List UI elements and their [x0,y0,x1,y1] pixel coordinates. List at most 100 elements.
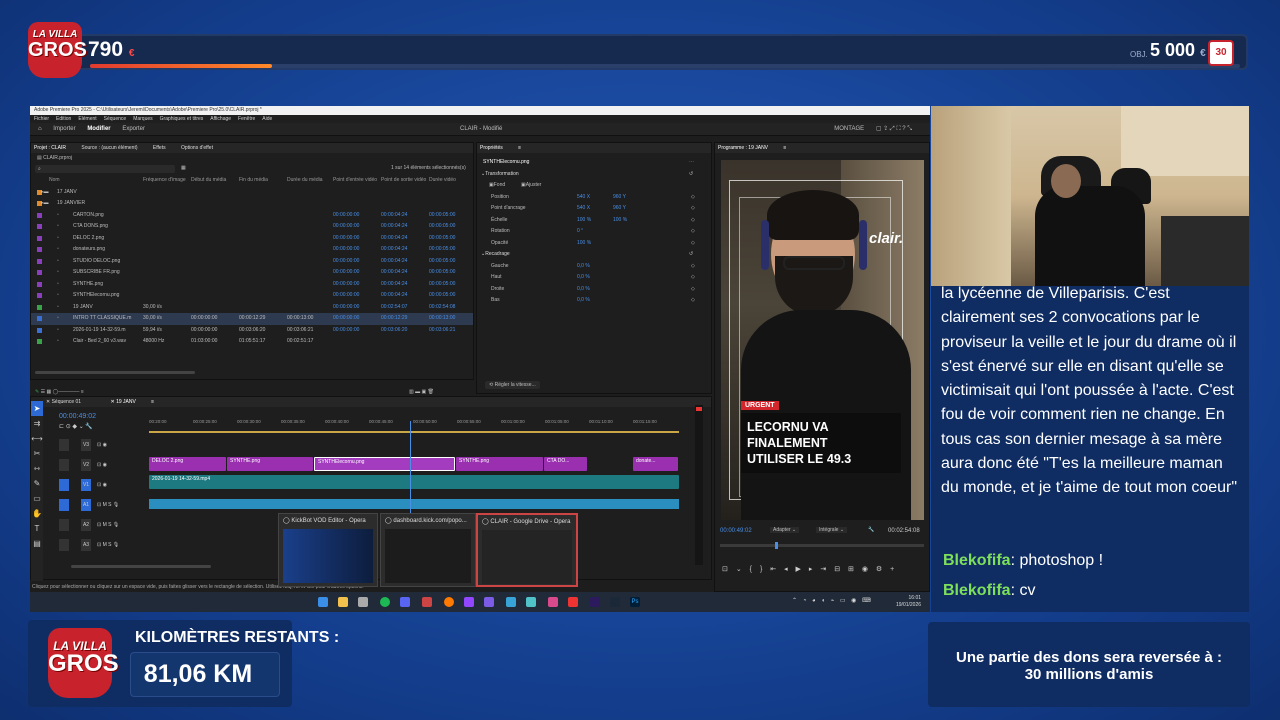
menu-item[interactable]: Marques [133,116,152,122]
project-row[interactable]: ▫ Clair - Bed 2_60 v3.wav 48000 Hz 01:03:00… [31,336,473,348]
section-transform[interactable]: ⌄ Transformation ↺ [477,169,711,181]
firefox-icon[interactable] [444,597,454,607]
mark-out-icon[interactable]: } [760,566,762,573]
keyframe-icon[interactable]: ◇ [691,295,695,307]
label-color-swatch[interactable] [37,212,42,218]
project-row[interactable]: ▫ DELOC 2.png 00:00:00:00 00:00:04:24 00:00:… [31,233,473,245]
new-bin-icon[interactable]: ▦ [181,165,186,171]
menu-item[interactable]: Graphiques et titres [160,116,204,122]
label-color-swatch[interactable] [37,281,42,287]
ripple-edit-icon[interactable]: ⟷ [31,431,43,446]
property-value[interactable]: 960 Y [613,203,626,215]
menu-item[interactable]: Fenêtre [238,116,255,122]
clip-v2[interactable]: CTA DO... [544,457,587,471]
wrench-icon[interactable]: 🔧 [868,527,874,533]
add-button[interactable]: + [890,566,894,573]
spotify-icon[interactable] [380,597,390,607]
tab-import[interactable]: Importer [53,126,75,132]
track-select-icon[interactable]: ⇉ [31,416,43,431]
play-icon[interactable]: ▶ [796,566,801,573]
app-icon[interactable] [568,597,578,607]
menu-item[interactable]: Fichier [34,116,49,122]
property-value[interactable]: 540 X [577,203,590,215]
reset-icon[interactable]: ↺ [689,169,693,181]
reset-icon[interactable]: ↺ [689,249,693,261]
marker-icon[interactable]: ⊡ [722,566,728,573]
switcher-dashboard[interactable]: ◯ dashboard.kick.com/popo... [380,513,476,587]
column-header[interactable]: Durée du média [287,175,323,187]
zoom-slider[interactable]: ◯────── [53,389,80,395]
new-item-icon[interactable]: ▣ [422,389,427,395]
opera-icon[interactable] [422,597,432,607]
steam-icon[interactable] [610,597,620,607]
label-color-swatch[interactable] [37,247,42,252]
project-row[interactable]: ▫ STUDIO DELOC.png 00:00:00:00 00:00:04:24 0… [31,256,473,268]
track-header[interactable]: A1 ⊡ M S 🎙 [45,497,145,513]
column-header[interactable]: Fréquence d'image [143,175,186,187]
track-name[interactable]: V3 [81,439,91,451]
clip-v2[interactable]: DELOC 2.png [149,457,226,471]
app-icon[interactable] [526,597,536,607]
label-color-swatch[interactable] [37,258,42,264]
keyframe-icon[interactable]: ◇ [691,238,695,250]
switcher-clair-drive[interactable]: ◯ CLAIR - Google Drive - Opera [476,513,578,587]
folder-icon[interactable]: ▬ [415,389,420,395]
property-value[interactable]: 100 % [577,238,591,250]
keyframe-icon[interactable]: ◇ [691,284,695,296]
tab-project[interactable]: Projet : CLAIR [34,145,66,151]
app-icon[interactable] [548,597,558,607]
source-patch[interactable] [59,539,69,551]
track-audio-controls[interactable]: ⊡ M S 🎙 [97,537,119,553]
keyframe-icon[interactable]: ◇ [691,272,695,284]
app-icon[interactable] [358,597,368,607]
property-value[interactable]: 0,0 % [577,272,590,284]
track-header[interactable]: A2 ⊡ M S 🎙 [45,517,145,533]
system-tray[interactable]: ⌃ ◔ ◕ ◖ ⌁ ▭ ◉ ⌨ [792,597,871,604]
linked-icon[interactable]: ⊙ [66,424,71,430]
keyframe-icon[interactable]: ◇ [691,226,695,238]
project-row[interactable]: ▫ SYNTHElecornu.png 00:00:00:00 00:00:04:24… [31,290,473,302]
source-patch[interactable] [59,439,69,451]
label-color-swatch[interactable] [37,224,42,229]
app-icon[interactable] [506,597,516,607]
tab-effects[interactable]: Effets [153,145,166,151]
trash-icon[interactable]: 🗑 [428,389,434,395]
property-value[interactable]: 960 Y [613,192,626,204]
property-value[interactable]: 0,0 % [577,295,590,307]
camera-icon[interactable]: ◉ [862,566,868,573]
track-header[interactable]: V3 ⊡ ◉ [45,437,145,453]
work-area-bar[interactable] [149,431,679,433]
ajuster-option[interactable]: ▣ Ajuster [521,180,541,192]
timeline-timecode[interactable]: 00:00:49:02 [59,413,96,420]
workspace-menu[interactable]: MONTAGE ▢ ⇪ ⤢ ⛶ ? ⤡ [834,123,912,136]
track-name[interactable]: A3 [81,539,91,551]
clip-v2[interactable]: donate... [633,457,678,471]
tab-sequence-01[interactable]: ✕ Séquence 01 [46,399,95,405]
column-header[interactable]: Durée vidéo [429,175,456,187]
home-icon[interactable]: ⌂ [38,126,42,132]
clip-v2[interactable]: SYNTHE.png [456,457,543,471]
keyframe-icon[interactable]: ◇ [691,215,695,227]
rectangle-tool-icon[interactable]: ▭ [31,491,43,506]
track-audio-controls[interactable]: ⊡ M S 🎙 [97,497,119,513]
track-visibility-icon[interactable]: ⊡ ◉ [97,437,107,453]
label-color-swatch[interactable] [37,304,42,310]
program-monitor-tab[interactable]: Programme : 19 JANV ≡ [715,143,929,153]
settings-icon[interactable]: ⚙ [876,566,882,573]
hand-tool-icon[interactable]: ✋ [31,506,43,521]
source-patch[interactable] [59,519,69,531]
label-color-swatch[interactable] [37,270,42,275]
program-timecode[interactable]: 00:00:49:02 [720,528,752,534]
property-value[interactable]: 0,0 % [577,284,590,296]
property-value[interactable]: 100 % [613,215,627,227]
tab-effect-options[interactable]: Options d'effet [181,145,213,151]
fit-dropdown[interactable]: Adapter ⌄ [770,527,800,533]
type-tool-icon[interactable]: T [31,521,43,536]
twitch-icon[interactable] [464,597,474,607]
project-row[interactable]: ▫ CARTON.png 00:00:00:00 00:00:04:24 00:00:0… [31,210,473,222]
chat-username[interactable]: Blekofifa [943,582,1011,599]
menu-item[interactable]: Edition [56,116,71,122]
marker-icon[interactable]: ◆ [72,424,77,430]
caption-tool-icon[interactable]: ▤ [31,536,43,551]
column-header[interactable]: Nom [49,175,60,187]
